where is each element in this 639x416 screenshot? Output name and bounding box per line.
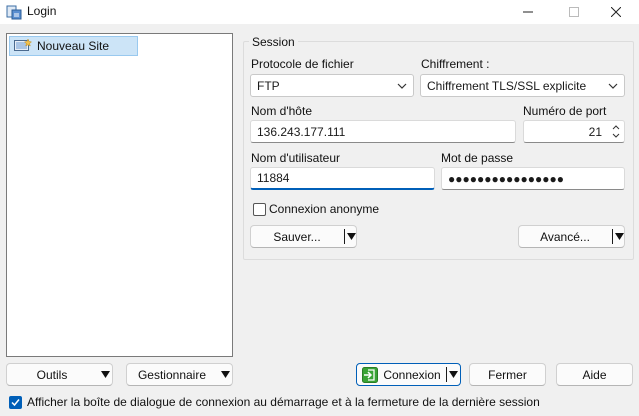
- split-separator: [612, 229, 613, 244]
- host-value: 136.243.177.111: [257, 124, 346, 139]
- protocol-label: Protocole de fichier: [251, 57, 354, 71]
- minimize-button[interactable]: [505, 0, 551, 24]
- encryption-label: Chiffrement :: [421, 57, 490, 71]
- site-tree[interactable]: Nouveau Site: [6, 33, 233, 357]
- help-button[interactable]: Aide: [556, 363, 633, 386]
- password-label: Mot de passe: [441, 151, 514, 165]
- spinner-arrows-icon[interactable]: [611, 123, 621, 140]
- port-input[interactable]: 21: [523, 120, 625, 143]
- split-separator: [344, 229, 345, 244]
- connect-button-label: Connexion: [383, 367, 441, 382]
- host-label: Nom d'hôte: [251, 104, 312, 118]
- minimize-icon: [523, 11, 533, 13]
- password-mask: ●●●●●●●●●●●●●●●●: [448, 171, 564, 186]
- connect-button[interactable]: Connexion: [356, 363, 461, 386]
- user-value: 11884: [257, 171, 290, 185]
- tools-button[interactable]: Outils: [6, 363, 113, 386]
- help-button-label: Aide: [582, 367, 607, 382]
- user-label: Nom d'utilisateur: [251, 151, 340, 165]
- protocol-value: FTP: [257, 78, 280, 93]
- close-button-label: Fermer: [488, 367, 527, 382]
- maximize-button[interactable]: [551, 0, 597, 24]
- encryption-value: Chiffrement TLS/SSL explicite: [427, 78, 587, 93]
- session-legend: Session: [249, 35, 298, 49]
- show-dialog-checkbox[interactable]: [9, 396, 22, 409]
- dropdown-arrow-icon: [221, 371, 230, 378]
- dropdown-arrow-icon: [101, 371, 110, 378]
- site-tree-item-label: Nouveau Site: [37, 39, 110, 53]
- save-button[interactable]: Sauver...: [250, 225, 357, 248]
- new-site-icon: [14, 39, 32, 51]
- dropdown-arrow-icon[interactable]: [347, 233, 356, 240]
- connect-icon: [362, 367, 378, 383]
- tools-button-label: Outils: [36, 367, 68, 382]
- user-input[interactable]: 11884: [250, 167, 435, 190]
- dropdown-arrow-icon[interactable]: [449, 371, 458, 378]
- app-icon: [6, 5, 22, 20]
- save-button-label: Sauver...: [273, 229, 321, 244]
- protocol-select[interactable]: FTP: [250, 74, 414, 97]
- manager-button[interactable]: Gestionnaire: [126, 363, 233, 386]
- split-separator: [446, 367, 447, 382]
- password-input[interactable]: ●●●●●●●●●●●●●●●●: [441, 167, 625, 190]
- window-title: Login: [27, 4, 57, 18]
- close-window-button[interactable]: [593, 0, 639, 24]
- encryption-select[interactable]: Chiffrement TLS/SSL explicite: [420, 74, 625, 97]
- advanced-button[interactable]: Avancé...: [518, 225, 625, 248]
- manager-button-label: Gestionnaire: [137, 367, 207, 382]
- site-tree-item-new-site[interactable]: Nouveau Site: [9, 36, 138, 56]
- dropdown-arrow-icon[interactable]: [615, 233, 624, 240]
- advanced-button-label: Avancé...: [540, 229, 590, 244]
- host-input[interactable]: 136.243.177.111: [250, 120, 516, 143]
- maximize-icon: [569, 7, 579, 17]
- anonymous-label: Connexion anonyme: [269, 202, 380, 216]
- chevron-down-icon: [397, 83, 407, 89]
- anonymous-checkbox[interactable]: [253, 203, 266, 216]
- show-dialog-label: Afficher la boîte de dialogue de connexi…: [27, 395, 540, 409]
- checkmark-icon: [11, 399, 20, 407]
- close-button[interactable]: Fermer: [469, 363, 546, 386]
- title-bar: Login: [0, 0, 639, 24]
- close-icon: [611, 7, 621, 17]
- port-label: Numéro de port: [523, 104, 607, 118]
- chevron-down-icon: [608, 83, 618, 89]
- port-value: 21: [588, 124, 602, 139]
